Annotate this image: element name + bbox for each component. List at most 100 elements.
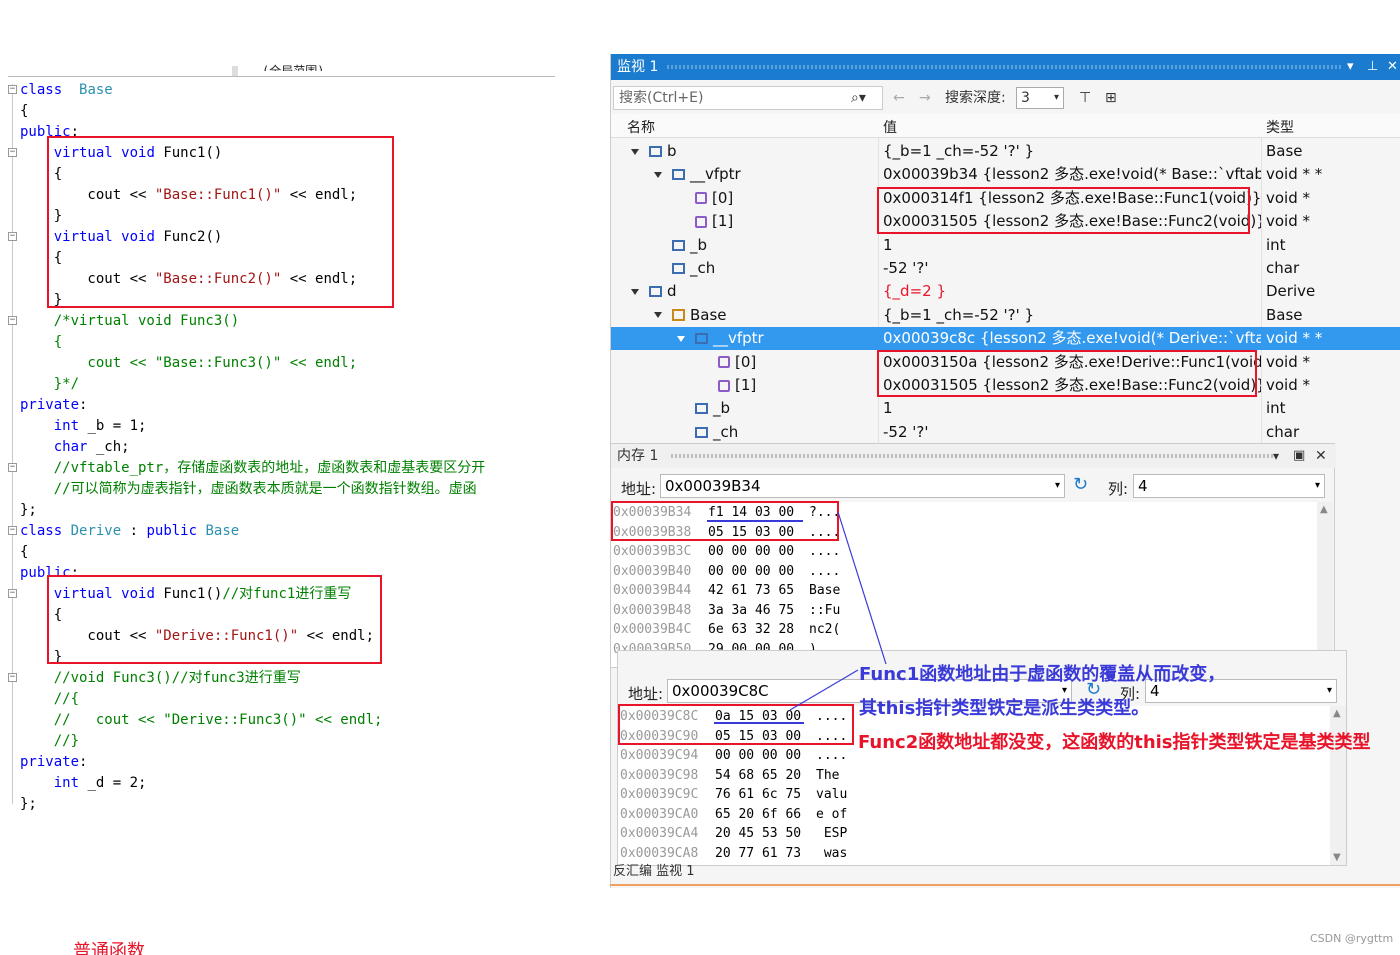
scope-dropdown-clip[interactable]: (全局范围) bbox=[262, 60, 332, 71]
watch-row-type: int bbox=[1266, 235, 1286, 254]
dropdown-icon[interactable]: ▾ bbox=[1347, 54, 1354, 80]
watch-row-name: Base bbox=[654, 304, 727, 327]
depth-select[interactable]: 3 ▾ bbox=[1016, 87, 1064, 109]
expand-arrow-icon[interactable] bbox=[677, 335, 685, 342]
reevaluate-icon[interactable]: ↻ bbox=[1073, 474, 1088, 495]
address-value: 0x00039C8C bbox=[672, 682, 769, 700]
depth-label: 搜索深度: bbox=[945, 90, 1006, 106]
code-token: Derive bbox=[70, 523, 122, 539]
watch-row[interactable]: _ch -52 '?' char bbox=[611, 257, 1400, 280]
code-line: // cout << "Derive::Func3()" << endl; bbox=[20, 710, 383, 730]
code-line: class Derive : public Base bbox=[20, 521, 239, 541]
fold-toggle-icon[interactable]: − bbox=[8, 232, 17, 241]
field-icon bbox=[695, 426, 708, 438]
address-label: 地址: bbox=[628, 685, 664, 703]
memory1-title: 内存 1 bbox=[617, 448, 659, 464]
code-token: int bbox=[53, 418, 80, 434]
watch-row[interactable]: _ch -52 '?' char bbox=[611, 421, 1400, 444]
code-token: : bbox=[79, 397, 88, 413]
pin-icon[interactable]: ⊥ bbox=[1367, 54, 1378, 80]
close-icon[interactable]: ✕ bbox=[1315, 444, 1327, 468]
code-token: : bbox=[79, 754, 88, 770]
search-icon[interactable]: ⌕▾ bbox=[851, 88, 866, 108]
watch-row[interactable]: __vfptr 0x00039b34 {lesson2 多态.exe!void(*… bbox=[611, 163, 1400, 186]
bottom-tabs[interactable]: 反汇编 监视 1 bbox=[613, 860, 813, 876]
watch-name-text: __vfptr bbox=[713, 329, 764, 348]
code-line: }*/ bbox=[20, 374, 79, 394]
hex-display-icon[interactable]: ⊞ bbox=[1105, 88, 1117, 108]
watch-row-value: 1 bbox=[883, 235, 893, 254]
watch-row[interactable]: b {_b=1 _ch=-52 '?' } Base bbox=[611, 140, 1400, 163]
watch-row-type: Base bbox=[1266, 142, 1303, 160]
memory-bytes: 00 00 00 00 bbox=[708, 563, 795, 579]
memory-bytes: 20 45 53 50 bbox=[715, 826, 802, 841]
col-type[interactable]: 类型 bbox=[1266, 117, 1294, 137]
field-icon bbox=[672, 263, 685, 274]
fold-toggle-icon[interactable]: − bbox=[8, 673, 17, 682]
watch-row[interactable]: d {_d=2 } Derive bbox=[611, 280, 1400, 303]
close-icon[interactable]: ✕ bbox=[1387, 54, 1398, 80]
memory-bytes: 42 61 73 65 bbox=[708, 583, 795, 598]
fold-toggle-icon[interactable]: − bbox=[8, 316, 17, 325]
field-icon bbox=[649, 286, 662, 298]
search-input[interactable]: 搜索(Ctrl+E) bbox=[613, 86, 883, 110]
code-line: //可以简称为虚表指针，虚函数表本质就是一个函数指针数组。虚函 bbox=[20, 479, 477, 499]
code-token: //{ bbox=[53, 691, 80, 707]
fold-toggle-icon[interactable]: − bbox=[8, 148, 17, 157]
fold-toggle-icon[interactable]: − bbox=[8, 463, 17, 472]
memory1-scrollbar[interactable]: ▲ ▼ bbox=[1317, 502, 1333, 667]
depth-value: 3 bbox=[1021, 90, 1030, 106]
watch-row-name: [1] bbox=[677, 210, 733, 233]
watch-row-value: {_d=2 } bbox=[883, 282, 946, 301]
code-line: { bbox=[20, 332, 62, 352]
watch-name-text: __vfptr bbox=[690, 165, 741, 184]
watch-row[interactable]: _b 1 int bbox=[611, 234, 1400, 257]
fold-toggle-icon[interactable]: − bbox=[8, 589, 17, 598]
memory-address: 0x00039B4C bbox=[613, 622, 692, 637]
expand-arrow-icon[interactable] bbox=[654, 312, 662, 319]
mem2-vtable-highlight bbox=[618, 704, 854, 745]
expand-arrow-icon[interactable] bbox=[631, 288, 639, 295]
code-token: //} bbox=[53, 733, 80, 749]
memory-address: 0x00039B40 bbox=[613, 563, 692, 579]
code-line: int _b = 1; bbox=[20, 416, 147, 436]
memory-row: 0x00039B40 00 00 00 00.... bbox=[611, 562, 1317, 581]
code-line: //} bbox=[20, 731, 79, 751]
code-editor[interactable]: (全局范围) class Base −{public: virtual void … bbox=[0, 60, 560, 820]
maximize-icon[interactable]: ▣ bbox=[1293, 444, 1305, 468]
watch-row-type: char bbox=[1266, 259, 1300, 277]
expand-arrow-icon[interactable] bbox=[631, 148, 639, 155]
watch-row-name: [0] bbox=[700, 351, 756, 374]
memory-row: 0x00039B44 42 61 73 65 Base bbox=[611, 581, 1317, 600]
watch-row[interactable]: __vfptr 0x00039c8c {lesson2 多态.exe!void(*… bbox=[611, 327, 1400, 351]
watch-row[interactable]: _b 1 int bbox=[611, 397, 1400, 420]
memory-text: valu bbox=[816, 787, 848, 802]
expand-arrow-icon[interactable] bbox=[654, 171, 662, 178]
memory-window-1[interactable]: 内存 1 ▾ ▣ ✕ 地址: 0x00039B34 ▾ ↻ 列: 4 ▾ 0x000… bbox=[610, 443, 1336, 668]
back-arrow-icon[interactable]: ← bbox=[893, 88, 905, 108]
forward-arrow-icon[interactable]: → bbox=[919, 88, 931, 108]
address-input[interactable]: 0x00039B34 ▾ bbox=[660, 474, 1065, 498]
memory-text: nc2( bbox=[809, 622, 841, 637]
code-token: //可以简称为虚表指针，虚函数表本质就是一个函数指针数组。虚函 bbox=[53, 481, 477, 497]
column-select[interactable]: 4 ▾ bbox=[1133, 474, 1325, 498]
watch-row-value: {_b=1 _ch=-52 '?' } bbox=[883, 142, 1035, 160]
col-value[interactable]: 值 bbox=[883, 117, 897, 137]
memory-address: 0x00039B48 bbox=[613, 602, 692, 618]
pin-to-source-icon[interactable]: ⊤ bbox=[1079, 88, 1091, 108]
watch-row[interactable]: Base {_b=1 _ch=-52 '?' } Base bbox=[611, 304, 1400, 327]
dropdown-icon[interactable]: ▾ bbox=[1273, 444, 1279, 468]
fold-toggle-icon[interactable]: − bbox=[8, 85, 17, 94]
code-line: }; bbox=[20, 794, 37, 814]
base-virtual-funcs-highlight bbox=[47, 136, 394, 308]
col-name[interactable]: 名称 bbox=[627, 117, 655, 137]
titlebar-grip bbox=[671, 454, 1276, 458]
field-icon bbox=[649, 146, 662, 157]
watch-row-type: void * bbox=[1266, 212, 1311, 231]
fold-toggle-icon[interactable]: − bbox=[8, 526, 17, 535]
pointer-icon bbox=[695, 215, 707, 228]
